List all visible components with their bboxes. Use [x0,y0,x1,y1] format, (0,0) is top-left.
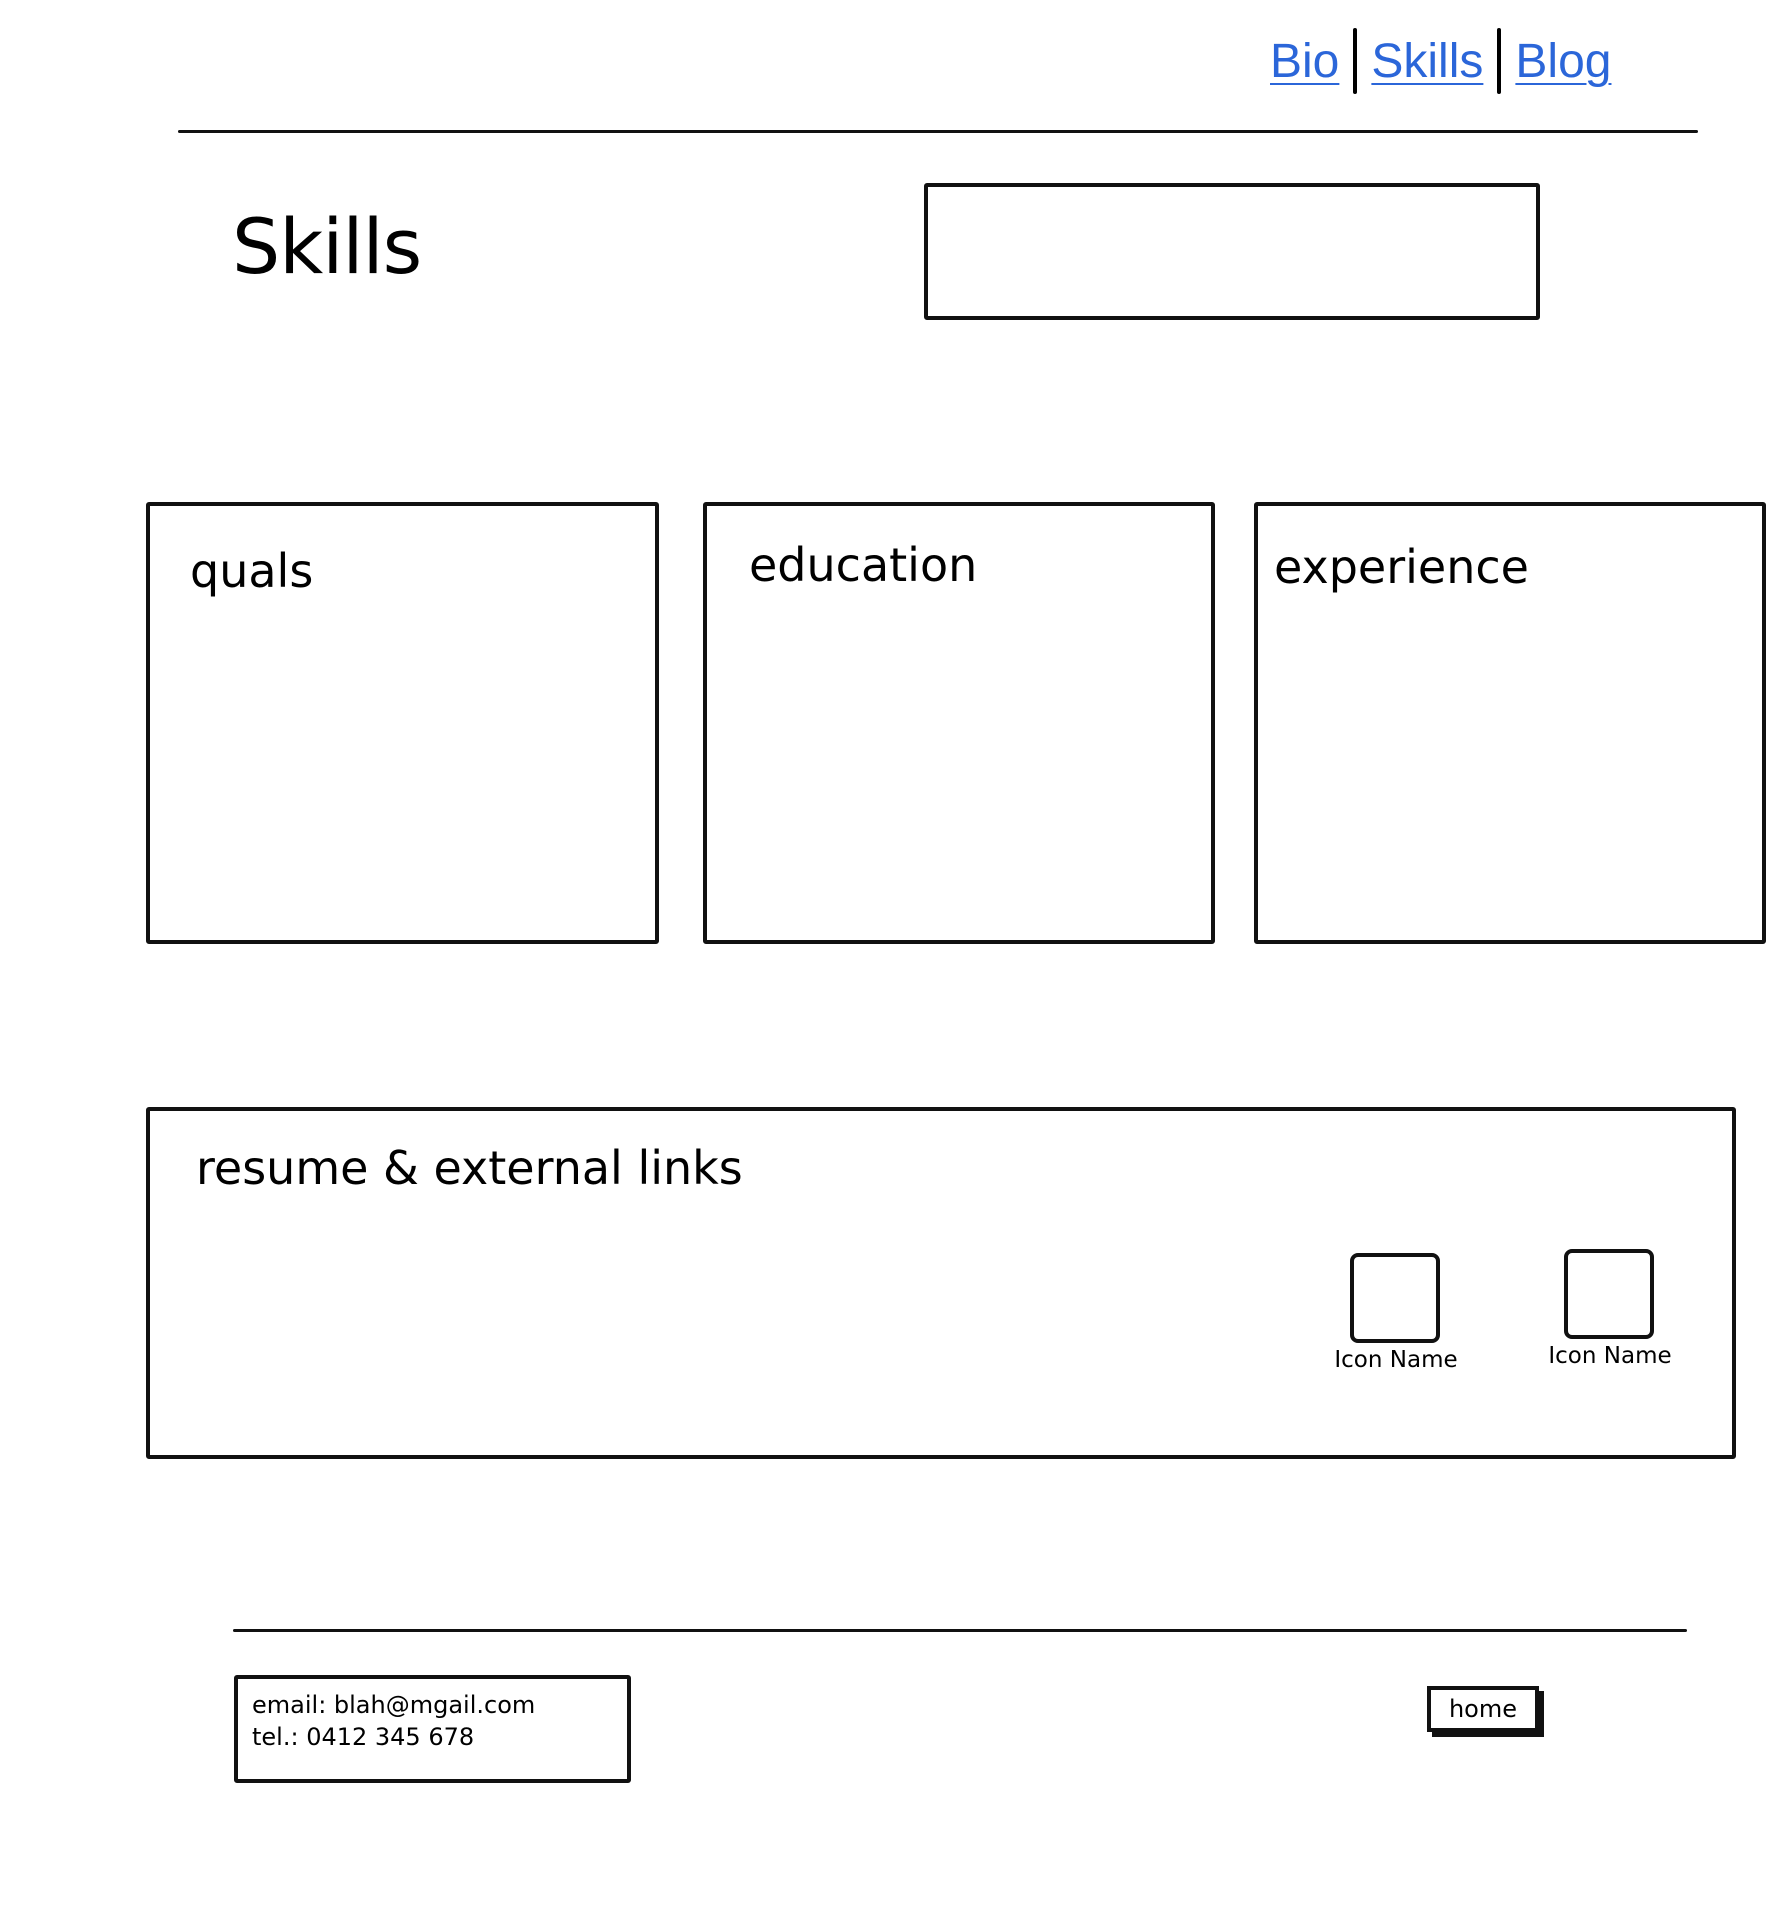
nav-link-blog[interactable]: Blog [1515,34,1611,89]
footer-divider [233,1629,1687,1632]
external-link-2[interactable]: Icon Name [1540,1249,1680,1369]
card-education: education [703,502,1215,944]
page-title: Skills [232,202,422,291]
contact-phone: tel.: 0412 345 678 [252,1723,475,1751]
nav-link-bio[interactable]: Bio [1270,34,1339,89]
nav-link-skills[interactable]: Skills [1371,34,1483,89]
card-quals: quals [146,502,659,944]
home-button[interactable]: home [1427,1686,1539,1732]
contact-email: email: blah@mgail.com [252,1691,536,1719]
links-panel-title: resume & external links [196,1141,743,1195]
card-title-education: education [749,538,978,592]
external-link-1[interactable]: Icon Name [1326,1253,1466,1373]
card-title-quals: quals [190,544,314,598]
icon-label: Icon Name [1548,1343,1672,1369]
search-input[interactable] [924,183,1540,320]
top-nav: Bio Skills Blog [1270,28,1611,94]
card-experience: experience [1254,502,1766,944]
icon-label: Icon Name [1334,1347,1458,1373]
nav-separator [1353,28,1358,94]
nav-separator [1497,28,1502,94]
placeholder-icon[interactable] [1350,1253,1440,1343]
links-panel: resume & external links Icon Name Icon N… [146,1107,1736,1459]
contact-info: email: blah@mgail.com tel.: 0412 345 678 [234,1675,631,1783]
placeholder-icon[interactable] [1564,1249,1654,1339]
header-divider [178,130,1698,133]
card-title-experience: experience [1274,540,1529,594]
